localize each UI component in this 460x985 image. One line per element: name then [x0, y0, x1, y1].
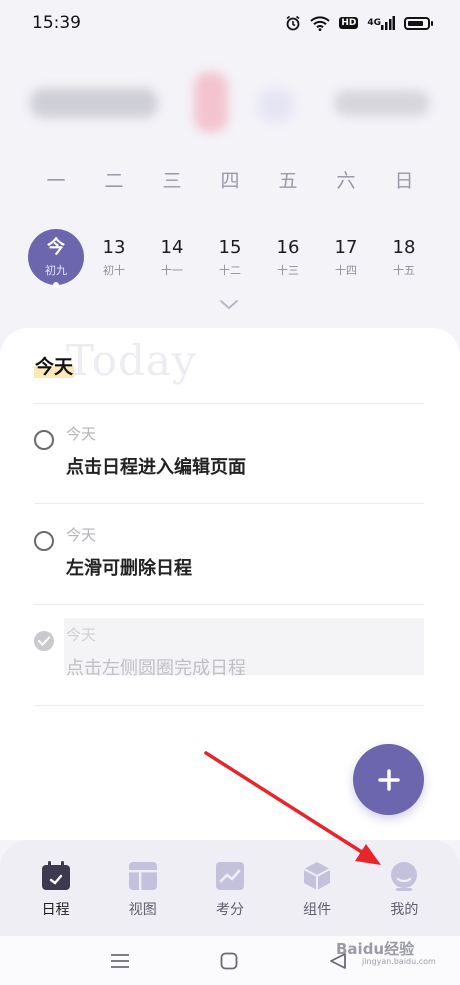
task-item[interactable]: 今天 点击日程进入编辑页面 — [34, 425, 424, 520]
tab-profile[interactable]: 我的 — [367, 840, 441, 936]
chart-icon — [214, 860, 246, 892]
section-title-text: 今天 — [34, 356, 75, 378]
date-cell[interactable]: 16 十三 — [259, 226, 317, 288]
lunar-date: 十五 — [393, 263, 415, 277]
blurred-badge — [194, 72, 228, 132]
date-number: 16 — [276, 236, 300, 258]
wifi-icon — [310, 15, 331, 31]
tab-score[interactable]: 考分 — [193, 840, 267, 936]
task-title: 点击左侧圆圈完成日程 — [66, 658, 246, 679]
week-date-row: 今 初九 13 初十 14 十一 15 十二 16 十三 17 十四 18 十五 — [27, 226, 433, 288]
tab-label: 日程 — [41, 902, 70, 918]
weekday-label: 三 — [162, 170, 182, 192]
blurred-icon — [258, 88, 294, 122]
date-number: 今 — [47, 236, 65, 258]
today-watermark: Today — [66, 336, 197, 385]
lunar-date: 十二 — [219, 263, 241, 277]
task-date: 今天 — [66, 626, 97, 644]
tab-widgets[interactable]: 组件 — [280, 840, 354, 936]
tab-schedule[interactable]: 日程 — [19, 840, 93, 936]
tab-label: 组件 — [303, 902, 332, 918]
divider — [34, 403, 424, 404]
weekday-label: 二 — [104, 170, 124, 192]
menu-nav-icon[interactable] — [108, 936, 132, 985]
section-title: 今天 — [34, 352, 75, 379]
calendar-icon — [40, 860, 72, 892]
divider — [34, 503, 424, 504]
tab-label: 视图 — [128, 902, 157, 918]
watermark-sub: jingyan.baidu.com — [362, 957, 436, 966]
task-item[interactable]: 今天 左滑可删除日程 — [34, 526, 424, 621]
signal-icon: 4G — [367, 16, 395, 30]
complete-circle-icon[interactable] — [34, 430, 54, 450]
divider — [34, 705, 424, 706]
tab-view[interactable]: 视图 — [106, 840, 180, 936]
date-cell[interactable]: 14 十一 — [143, 226, 201, 288]
signal-label: 4G — [367, 17, 381, 28]
weekday-label: 六 — [336, 170, 356, 192]
tab-label: 考分 — [215, 902, 244, 918]
status-icons: HD 4G — [285, 15, 433, 31]
date-number: 15 — [218, 236, 242, 258]
event-dot — [53, 282, 59, 288]
blurred-action — [334, 90, 430, 116]
cube-icon — [301, 860, 333, 892]
alarm-icon — [285, 15, 301, 31]
watermark-main: Baidu经验 — [336, 940, 415, 958]
lunar-date: 初十 — [103, 263, 125, 277]
task-date: 今天 — [66, 526, 97, 544]
blurred-header — [0, 62, 460, 146]
weekday-label: 四 — [220, 170, 240, 192]
lunar-date: 十三 — [277, 263, 299, 277]
weekday-header: 一 二 三 四 五 六 日 — [27, 166, 433, 193]
date-cell[interactable]: 17 十四 — [317, 226, 375, 288]
date-cell[interactable]: 13 初十 — [85, 226, 143, 288]
complete-circle-icon[interactable] — [34, 531, 54, 551]
date-number: 17 — [334, 236, 358, 258]
date-number: 13 — [102, 236, 126, 258]
date-cell[interactable]: 18 十五 — [375, 226, 433, 288]
lunar-date: 十一 — [161, 263, 183, 277]
weekday-label: 一 — [46, 170, 66, 192]
weekday-label: 日 — [394, 170, 414, 192]
task-item-completed[interactable]: 今天 点击左侧圆圈完成日程 — [34, 618, 424, 721]
status-time: 15:39 — [32, 13, 81, 33]
status-bar: 15:39 HD 4G — [0, 0, 460, 46]
checked-circle-icon[interactable] — [34, 631, 54, 651]
task-date: 今天 — [66, 425, 97, 443]
lunar-date: 十四 — [335, 263, 357, 277]
blurred-month-text — [30, 88, 158, 118]
battery-icon — [404, 16, 433, 30]
lunar-date: 初九 — [45, 263, 67, 277]
baidu-watermark: Baidu经验 jingyan.baidu.com — [336, 938, 436, 966]
task-title: 点击日程进入编辑页面 — [66, 457, 246, 478]
home-nav-icon[interactable] — [218, 936, 240, 985]
divider — [34, 604, 424, 605]
date-number: 18 — [392, 236, 416, 258]
weekday-label: 五 — [278, 170, 298, 192]
bottom-tab-bar: 日程 视图 考分 组件 我的 — [0, 840, 460, 936]
tab-label: 我的 — [390, 902, 419, 918]
date-cell-selected[interactable]: 今 初九 — [28, 229, 84, 288]
layout-icon — [127, 860, 159, 892]
profile-icon — [388, 860, 420, 892]
add-schedule-button[interactable] — [353, 744, 424, 815]
expand-chevron-icon[interactable] — [218, 298, 240, 312]
plus-icon — [377, 768, 400, 791]
date-cell[interactable]: 15 十二 — [201, 226, 259, 288]
task-title: 左滑可删除日程 — [66, 558, 192, 579]
date-number: 14 — [160, 236, 184, 258]
hd-badge: HD — [339, 17, 359, 29]
